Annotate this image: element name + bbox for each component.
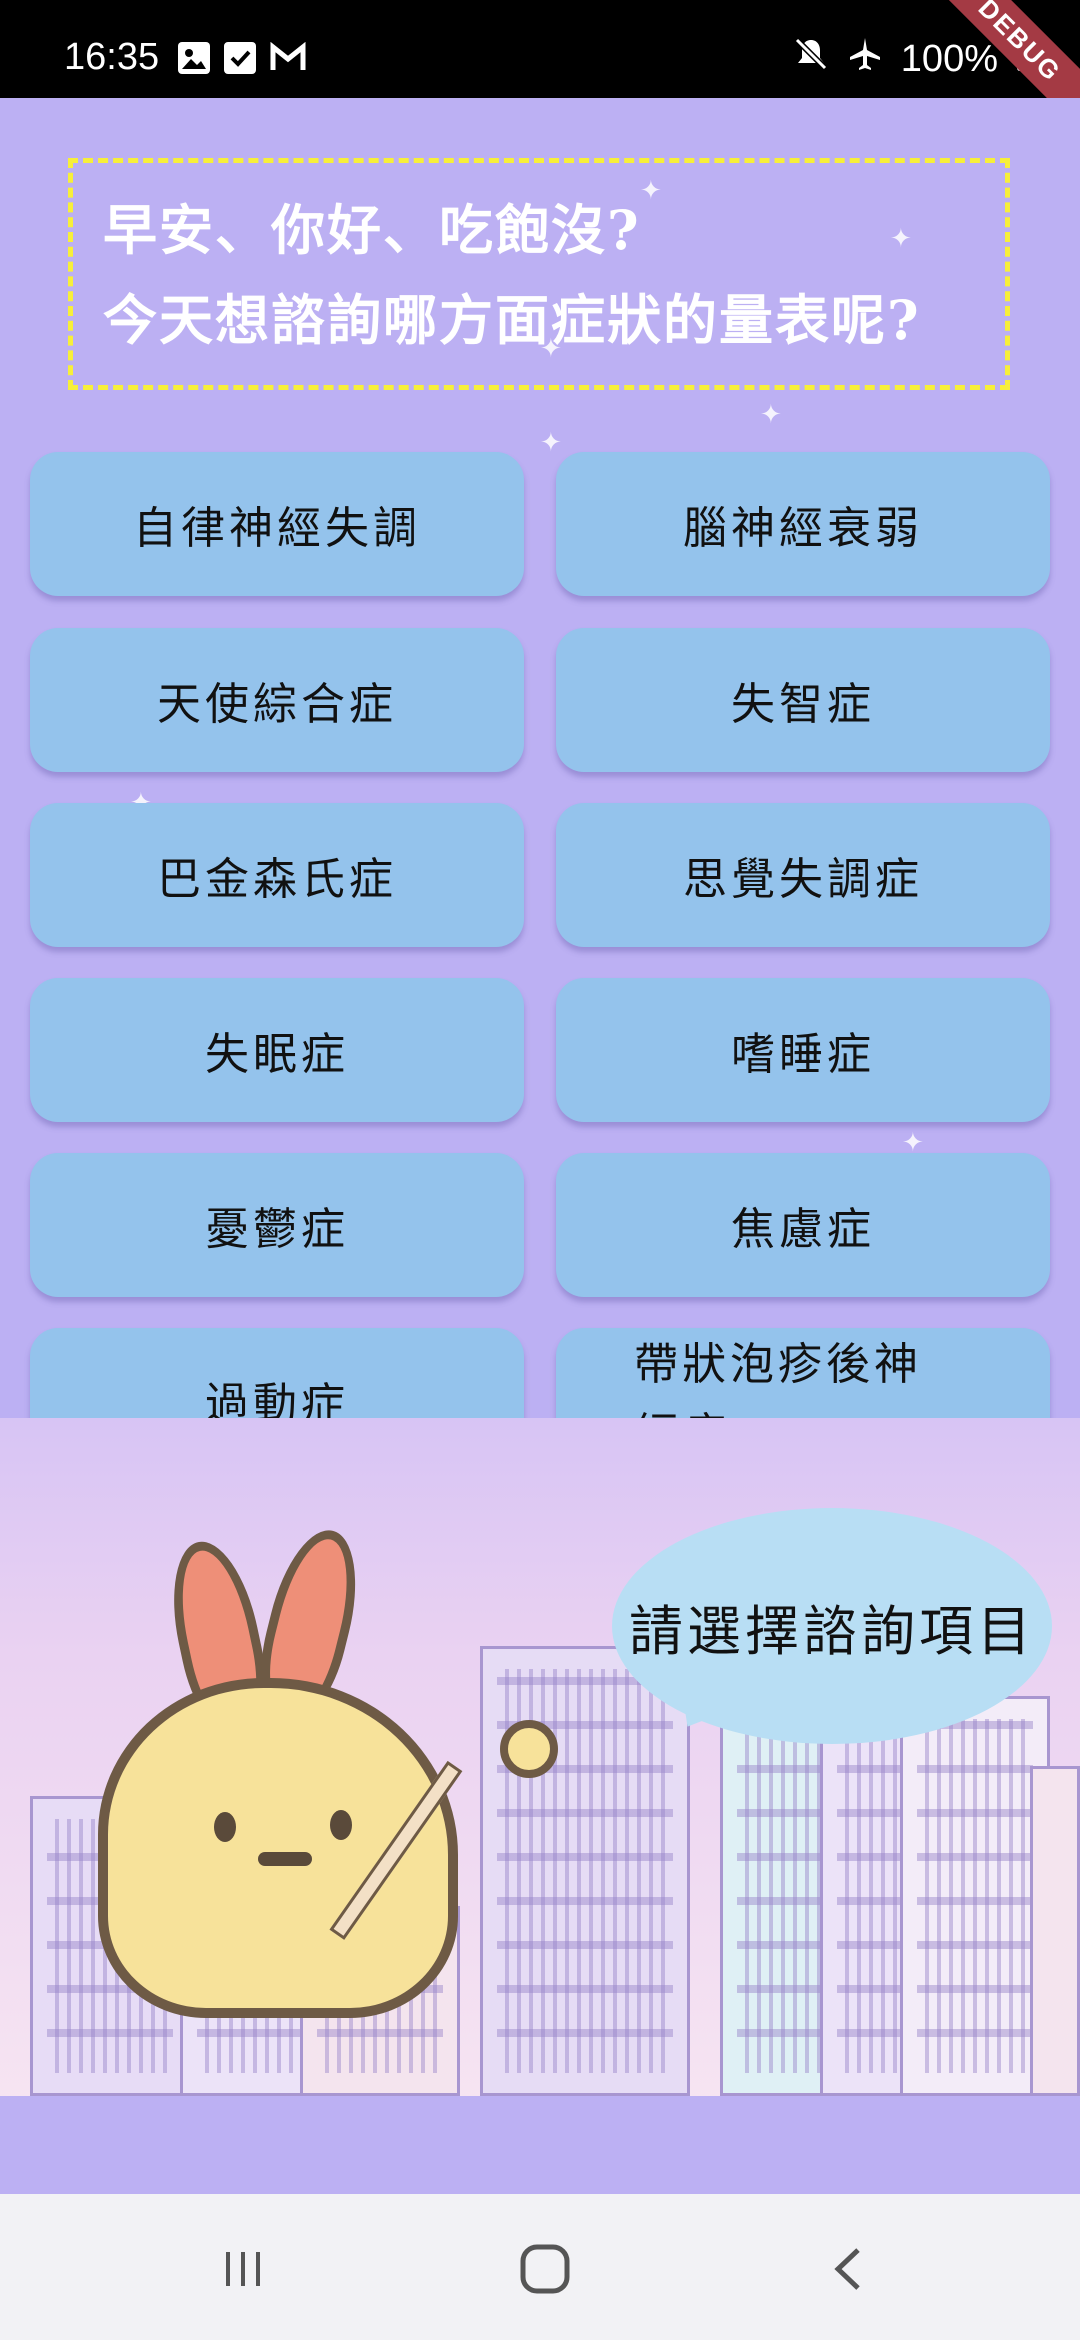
greeting-line-2: 今天想諮詢哪方面症狀的量表呢? — [103, 288, 921, 352]
mascot-mouth — [258, 1852, 312, 1866]
recent-apps-icon[interactable] — [208, 2234, 278, 2304]
status-time: 16:35 — [64, 36, 160, 78]
checkbox-icon — [224, 42, 256, 74]
category-button[interactable]: 失眠症 — [30, 978, 524, 1122]
category-button[interactable]: 失智症 — [556, 628, 1050, 772]
speech-bubble: 請選擇諮詢項目 — [612, 1508, 1052, 1744]
navigation-bar — [0, 2194, 1080, 2340]
sparkle-icon: ✦ — [760, 400, 782, 430]
greeting-line-1: 早安、你好、吃飽沒? — [103, 198, 641, 262]
category-button[interactable]: 憂鬱症 — [30, 1153, 524, 1297]
sparkle-icon: ✦ — [540, 428, 562, 458]
mascot-eye — [330, 1810, 352, 1840]
category-button[interactable]: 自律神經失調 — [30, 452, 524, 596]
back-icon[interactable] — [814, 2234, 884, 2304]
button-label-line-1: 帶狀泡疹後神 — [634, 1339, 922, 1390]
mascot-eye — [214, 1812, 236, 1842]
mascot-pointer-tip — [500, 1720, 558, 1778]
greeting-box: 早安、你好、吃飽沒? 今天想諮詢哪方面症狀的量表呢? — [68, 158, 1010, 390]
building — [480, 1646, 690, 2096]
category-button[interactable]: 焦慮症 — [556, 1153, 1050, 1297]
category-button[interactable]: 嗜睡症 — [556, 978, 1050, 1122]
mute-icon — [793, 36, 829, 82]
category-button[interactable]: 天使綜合症 — [30, 628, 524, 772]
category-button[interactable]: 巴金森氏症 — [30, 803, 524, 947]
home-icon[interactable] — [510, 2234, 580, 2304]
status-icons-left — [178, 41, 306, 74]
category-button[interactable]: 腦神經衰弱 — [556, 452, 1050, 596]
gallery-icon — [178, 42, 210, 74]
airplane-icon — [847, 36, 883, 82]
status-bar: 16:35 100% — [0, 0, 1080, 98]
category-button[interactable]: 思覺失調症 — [556, 803, 1050, 947]
building — [900, 1696, 1050, 2096]
building — [1030, 1766, 1080, 2096]
battery-text: 100% — [900, 37, 998, 80]
gmail-icon — [270, 41, 306, 74]
